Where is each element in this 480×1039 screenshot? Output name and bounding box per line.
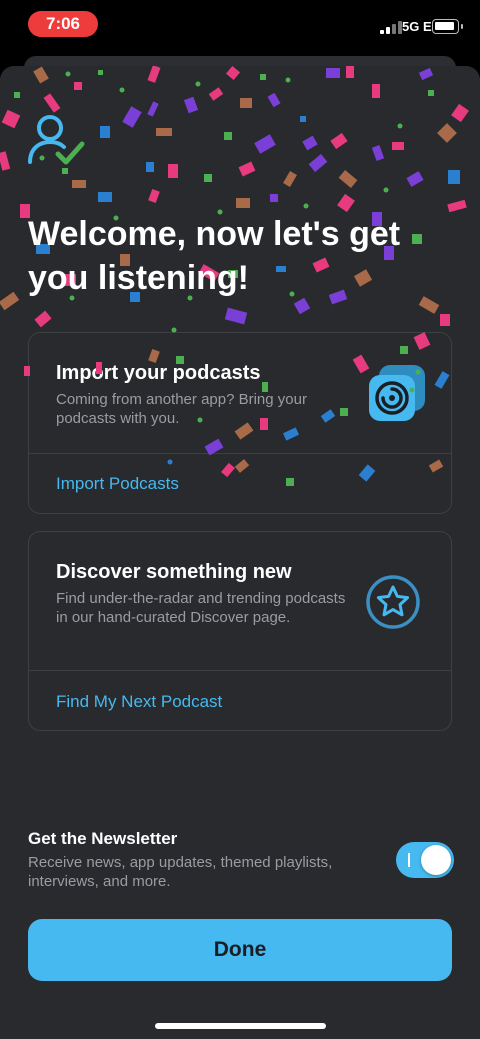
status-bar: 7:06 5G E <box>0 0 480 50</box>
page-title: Welcome, now let's get you listening! <box>28 215 401 297</box>
discover-card-description: Find under-the-radar and trending podcas… <box>56 590 346 626</box>
discover-card-title: Discover something new <box>56 561 292 583</box>
network-type: 5G E <box>402 19 432 34</box>
user-check-icon <box>28 115 85 165</box>
toggle-knob <box>421 845 451 875</box>
discover-card: Discover something new Find under-the-ra… <box>28 531 452 731</box>
newsletter-toggle[interactable] <box>396 842 454 878</box>
import-card-title: Import your podcasts <box>56 362 261 384</box>
card-divider <box>29 453 451 454</box>
star-icon <box>366 575 420 629</box>
welcome-sheet: Welcome, now let's get you listening! Im… <box>0 66 480 1039</box>
home-indicator <box>155 1023 326 1029</box>
status-time: 7:06 <box>28 11 98 37</box>
signal-bars-icon <box>380 21 402 34</box>
toggle-on-mark <box>408 853 410 867</box>
find-next-podcast-link[interactable]: Find My Next Podcast <box>56 692 222 712</box>
import-card-description: Coming from another app? Bring your podc… <box>56 391 307 427</box>
import-podcasts-card: Import your podcasts Coming from another… <box>28 332 452 514</box>
card-divider <box>29 670 451 671</box>
podcast-import-icon <box>369 365 425 421</box>
newsletter-title: Get the Newsletter <box>28 829 178 848</box>
newsletter-description: Receive news, app updates, themed playli… <box>28 854 333 890</box>
done-button[interactable]: Done <box>28 919 452 981</box>
battery-icon <box>432 19 463 34</box>
import-podcasts-link[interactable]: Import Podcasts <box>56 474 179 494</box>
